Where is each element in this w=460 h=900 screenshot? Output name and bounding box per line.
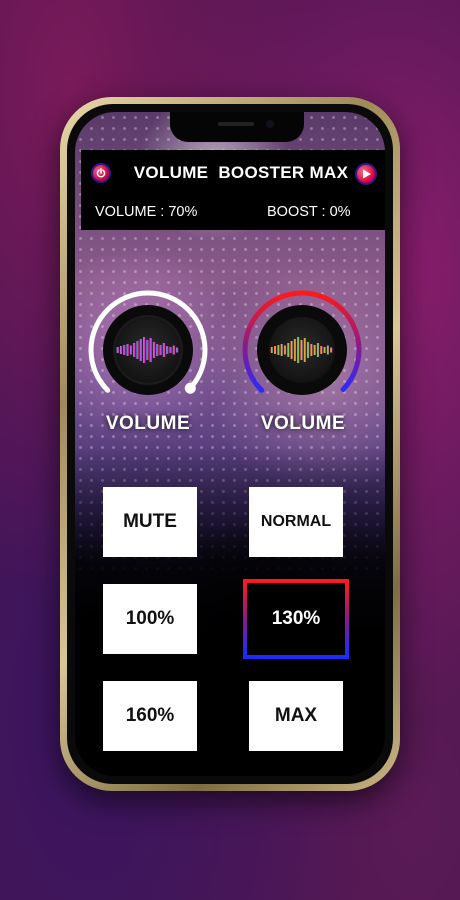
- equalizer-bar: [156, 344, 159, 356]
- equalizer-bar: [320, 346, 323, 354]
- phone-frame: VOLUME BOOSTER MAX VOLUME : 70% BOOST : …: [60, 97, 400, 791]
- play-icon: [363, 169, 371, 179]
- play-button[interactable]: [355, 163, 377, 185]
- equalizer-bar: [129, 345, 133, 355]
- equalizer-bar: [310, 344, 313, 356]
- equalizer-bar: [172, 345, 175, 355]
- equalizer-bar: [273, 346, 277, 354]
- equalizer-bar: [123, 345, 126, 355]
- preset-160-button[interactable]: 160%: [103, 681, 197, 751]
- equalizer-bar: [136, 341, 139, 359]
- equalizer-bar: [116, 347, 119, 353]
- equalizer-bar: [293, 339, 296, 361]
- equalizer-bar: [287, 343, 290, 357]
- volume-knob-label: VOLUME: [105, 413, 191, 434]
- volume-knob[interactable]: [83, 288, 213, 408]
- normal-button[interactable]: NORMAL: [249, 487, 343, 557]
- equalizer-bar: [169, 347, 172, 353]
- equalizer-bar: [139, 339, 142, 361]
- equalizer-bar: [323, 347, 326, 353]
- equalizer-bar: [166, 346, 169, 354]
- power-button[interactable]: [91, 163, 111, 183]
- equalizer-bar: [306, 342, 310, 358]
- app-title: VOLUME BOOSTER MAX: [133, 163, 349, 182]
- equalizer-bar: [290, 341, 293, 359]
- mute-button[interactable]: MUTE: [103, 487, 197, 557]
- phone-notch: [170, 112, 304, 142]
- equalizer-bar: [152, 342, 156, 358]
- equalizer-bar: [326, 345, 329, 355]
- app-screen: VOLUME BOOSTER MAX VOLUME : 70% BOOST : …: [75, 112, 385, 776]
- volume-status: VOLUME : 70%: [95, 204, 198, 220]
- power-icon: [96, 167, 106, 178]
- preset-100-button[interactable]: 100%: [103, 584, 197, 654]
- equalizer-bar: [330, 347, 333, 353]
- equalizer-bar: [143, 337, 146, 363]
- equalizer-bar: [270, 347, 273, 353]
- equalizer-bar: [303, 338, 306, 362]
- equalizer-bar: [316, 343, 320, 357]
- max-button[interactable]: MAX: [249, 681, 343, 751]
- boost-knob[interactable]: [237, 288, 367, 408]
- equalizer-bar: [149, 338, 152, 362]
- equalizer-bar: [313, 345, 316, 355]
- phone-bezel: VOLUME BOOSTER MAX VOLUME : 70% BOOST : …: [67, 104, 393, 784]
- speaker-grille: [218, 122, 254, 126]
- equalizer-bar: [280, 344, 283, 356]
- equalizer-bar: [277, 345, 280, 355]
- equalizer-bar: [133, 343, 136, 357]
- equalizer-bar: [126, 344, 129, 356]
- equalizer-bar: [119, 346, 123, 354]
- app-header: VOLUME BOOSTER MAX VOLUME : 70% BOOST : …: [81, 150, 385, 230]
- equalizer-bar: [300, 340, 303, 360]
- equalizer-bar: [283, 345, 287, 355]
- boost-knob-label: VOLUME: [260, 413, 346, 434]
- front-camera: [266, 120, 274, 128]
- equalizer-bar: [176, 347, 179, 353]
- boost-status: BOOST : 0%: [267, 204, 351, 220]
- equalizer-bar: [297, 337, 300, 363]
- equalizer-bar: [146, 340, 149, 360]
- preset-130-button[interactable]: 130%: [243, 579, 349, 659]
- equalizer-bar: [162, 343, 166, 357]
- volume-knob-handle[interactable]: [184, 382, 196, 394]
- equalizer-bar: [159, 345, 162, 355]
